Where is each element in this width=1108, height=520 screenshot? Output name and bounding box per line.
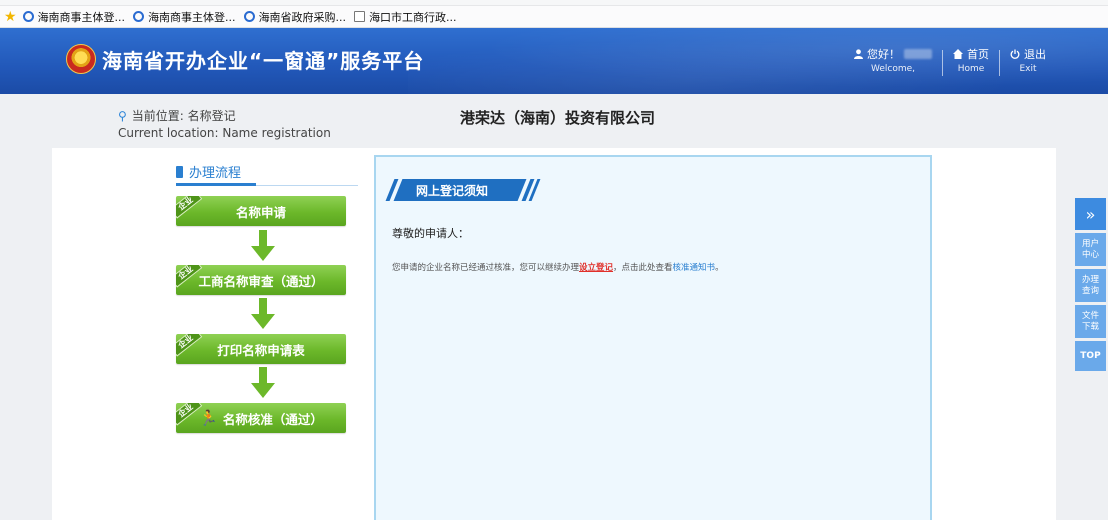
double-chevron-right-icon: »	[1085, 204, 1096, 224]
file-download-button[interactable]: 文件下载	[1075, 305, 1106, 338]
notice-panel: 网上登记须知 尊敬的申请人： 您申请的企业名称已经通过核准，您可以继续办理设立登…	[374, 155, 932, 520]
breadcrumb: ⚲ 当前位置: 名称登记 Current location: Name regi…	[118, 108, 331, 142]
notice-greeting: 尊敬的申请人：	[392, 227, 469, 240]
bookmark-item[interactable]: 海口市工商行政...	[354, 9, 457, 25]
expand-button[interactable]: »	[1075, 198, 1106, 230]
back-to-top-button[interactable]: TOP	[1075, 341, 1106, 371]
location-label: 当前位置: 名称登记	[131, 109, 236, 123]
divider-accent	[176, 183, 256, 186]
home-label: 首页	[967, 48, 989, 61]
ie-icon	[133, 11, 145, 22]
company-name: 港荣达（海南）投资有限公司	[460, 109, 656, 127]
user-icon	[854, 49, 863, 59]
step-name-review[interactable]: 企业 工商名称审查（通过）	[176, 265, 346, 295]
bookmark-label: 海南商事主体登...	[148, 10, 236, 24]
ie-icon	[243, 11, 255, 22]
notice-text-part: 您申请的企业名称已经通过核准，您可以继续办理	[392, 263, 580, 273]
walking-person-icon: 🏃	[199, 408, 218, 427]
home-label-en: Home	[957, 64, 985, 74]
exit-link[interactable]: 退出 Exit	[1000, 46, 1056, 74]
welcome-label: 您好！	[867, 48, 900, 61]
star-icon[interactable]: ★	[4, 10, 17, 24]
ie-icon	[22, 11, 34, 22]
bookmark-label: 海口市工商行政...	[369, 10, 457, 24]
step-label: 名称申请	[235, 204, 286, 220]
arrow-down-icon	[251, 230, 275, 261]
welcome-user[interactable]: 您好！ Welcome,	[844, 46, 942, 74]
notice-text-part: ，点击此处查看	[613, 263, 673, 273]
national-emblem-icon	[66, 44, 96, 74]
file-download-label: 文件下载	[1081, 310, 1099, 332]
process-query-button[interactable]: 办理查询	[1075, 269, 1106, 302]
bookmark-label: 海南商事主体登...	[37, 10, 126, 24]
notice-tab-label: 网上登记须知	[416, 184, 489, 198]
power-icon	[1010, 49, 1020, 59]
username-blurred	[904, 49, 932, 59]
exit-label-en: Exit	[1019, 64, 1037, 74]
bookmark-item[interactable]: 海南商事主体登...	[133, 9, 236, 25]
exit-label: 退出	[1024, 48, 1046, 61]
bookmark-label: 海南省政府采购...	[258, 10, 347, 24]
bookmark-item[interactable]: 海南省政府采购...	[243, 9, 347, 25]
user-center-button[interactable]: 用户中心	[1075, 233, 1106, 266]
step-name-application[interactable]: 企业 名称申请	[176, 196, 346, 226]
step-badge: 企业	[176, 196, 203, 219]
step-name-approval[interactable]: 企业 🏃 名称核准（通过）	[176, 403, 346, 433]
home-icon	[953, 49, 963, 59]
process-title: 办理流程	[176, 162, 241, 181]
bookmark-bar: ★ 海南商事主体登... 海南商事主体登... 海南省政府采购... 海口市工商…	[0, 6, 1108, 28]
process-query-label: 办理查询	[1081, 274, 1099, 296]
arrow-down-icon	[251, 367, 275, 398]
step-label: 工商名称审查（通过）	[198, 273, 324, 289]
user-center-label: 用户中心	[1081, 238, 1099, 260]
floating-sidebar: » 用户中心 办理查询 文件下载 TOP	[1075, 198, 1107, 374]
notice-text-part: 。	[715, 263, 724, 273]
process-title-label: 办理流程	[189, 166, 242, 181]
step-label: 名称核准（通过）	[222, 411, 323, 427]
step-print-form[interactable]: 企业 打印名称申请表	[176, 334, 346, 364]
site-title: 海南省开办企业“一窗通”服务平台	[102, 49, 425, 73]
location-pin-icon: ⚲	[118, 109, 127, 123]
notice-text: 您申请的企业名称已经通过核准，您可以继续办理设立登记，点击此处查看核准通知书。	[392, 261, 724, 273]
location-label-en: Current location: Name registration	[118, 126, 331, 140]
site-header: 海南省开办企业“一窗通”服务平台 您好！ Welcome, 首页 Home 退出	[0, 28, 1108, 94]
main-panel: 办理流程 企业 名称申请 企业 工商名称审查（通过） 企业 打印名称申请表 企业…	[52, 148, 1056, 520]
top-label: TOP	[1080, 350, 1101, 361]
welcome-label-en: Welcome,	[870, 64, 916, 74]
arrow-down-icon	[251, 298, 275, 329]
home-link[interactable]: 首页 Home	[943, 46, 999, 74]
header-links: 您好！ Welcome, 首页 Home 退出 Exit	[844, 46, 1056, 76]
bookmark-item[interactable]: 海南商事主体登...	[22, 9, 126, 25]
establish-registration-link[interactable]: 设立登记	[579, 263, 613, 273]
step-badge: 企业	[176, 334, 203, 357]
approval-notice-link[interactable]: 核准通知书	[673, 263, 716, 273]
document-icon	[176, 165, 183, 178]
notice-tab: 网上登记须知	[385, 179, 541, 201]
step-label: 打印名称申请表	[217, 342, 305, 358]
document-icon	[354, 11, 366, 22]
